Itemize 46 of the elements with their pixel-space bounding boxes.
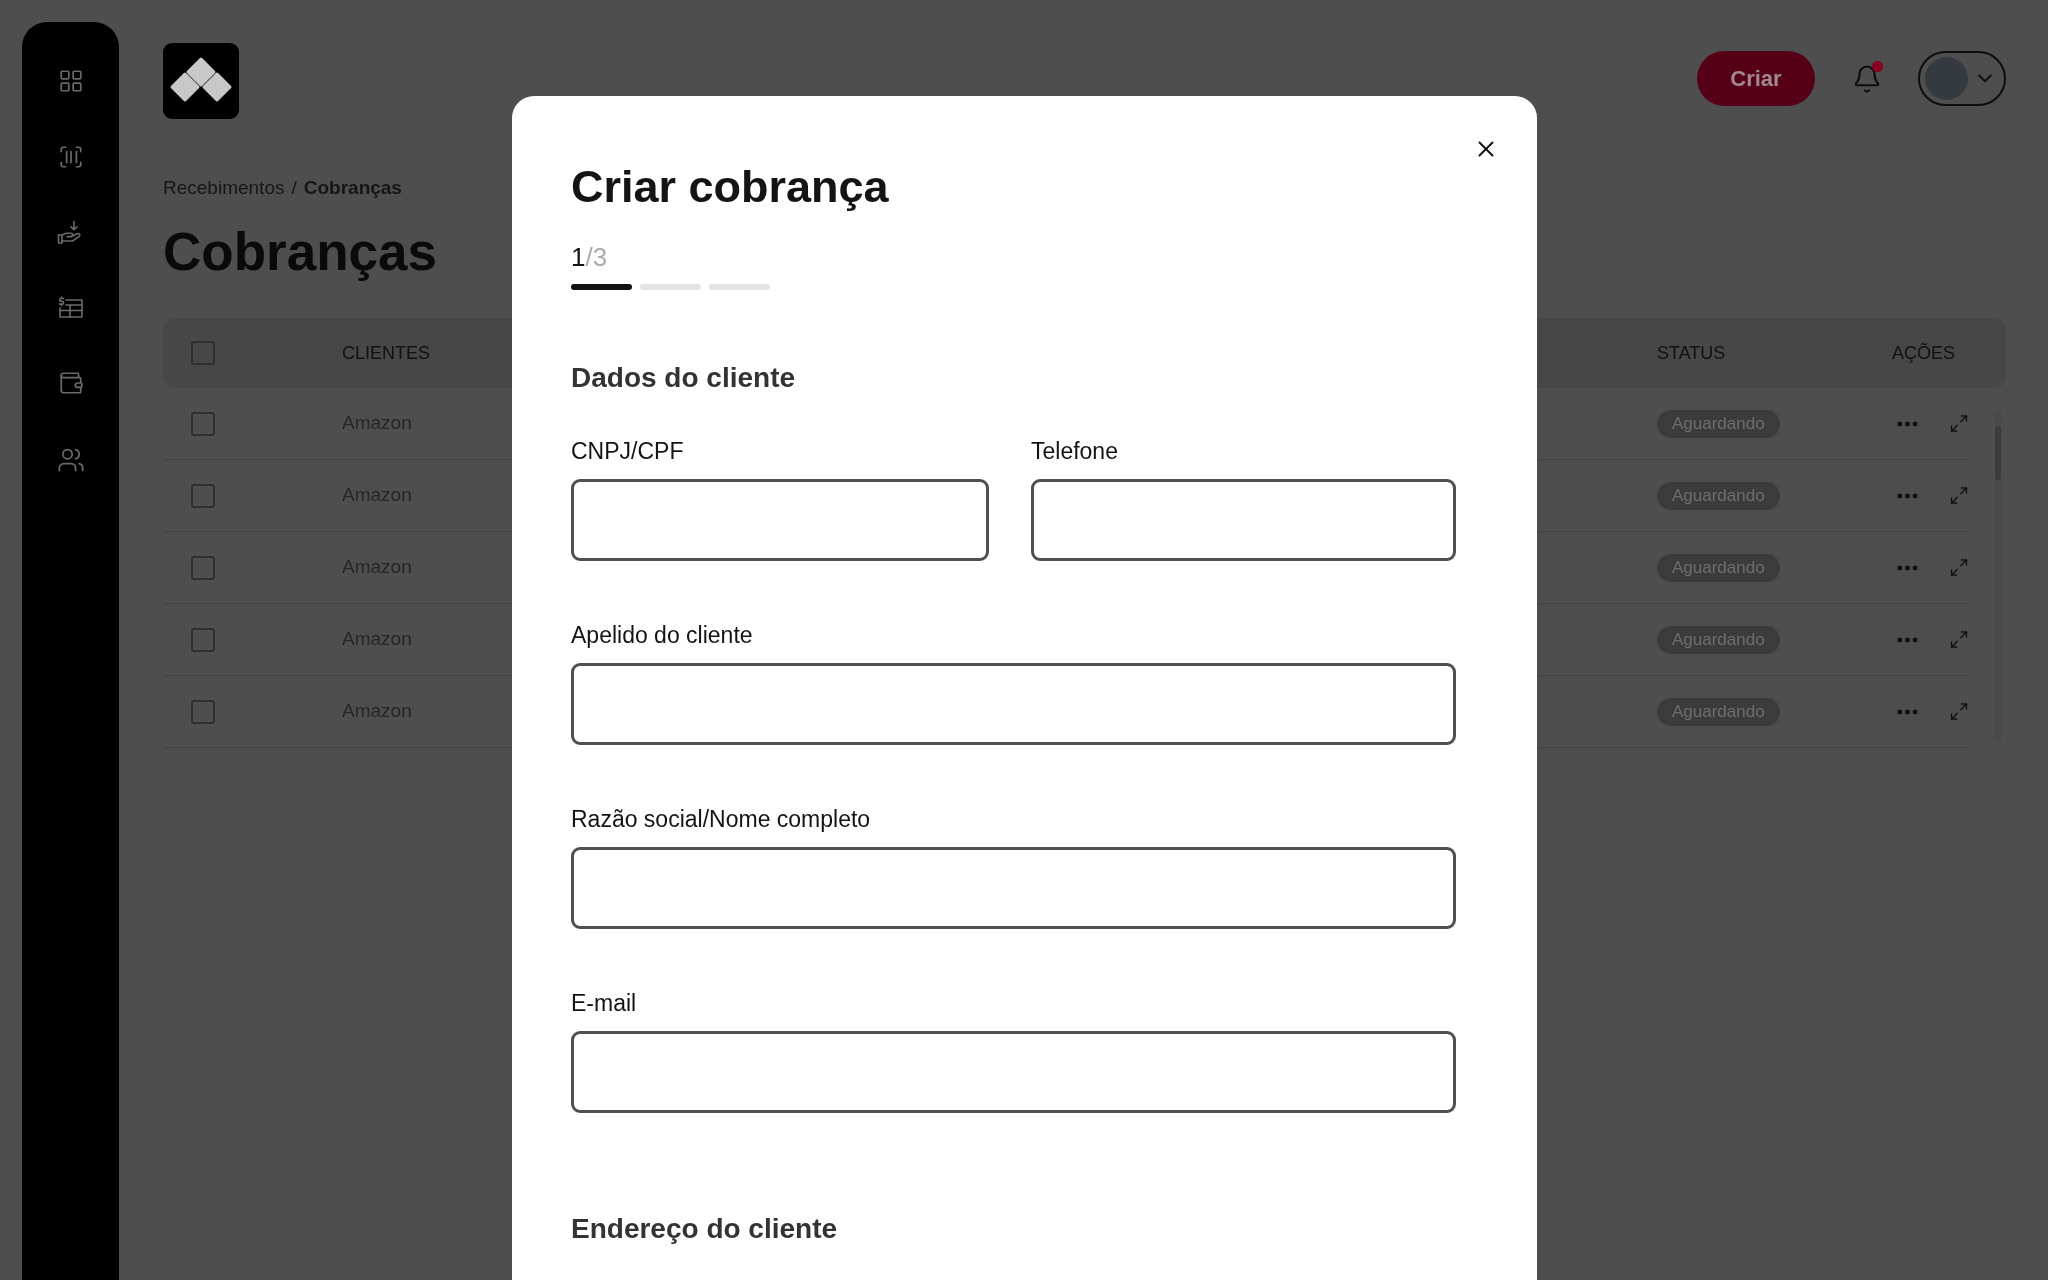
field-label: Razão social/Nome completo (571, 806, 871, 832)
grid-icon[interactable] (57, 68, 84, 94)
chevron-down-icon (1978, 74, 1992, 83)
table-dollar-icon[interactable] (57, 295, 84, 320)
input-field[interactable] (571, 1031, 1456, 1113)
breadcrumb-link[interactable]: Cobranças (303, 176, 402, 199)
input-field[interactable] (571, 847, 1456, 929)
row-checkbox[interactable] (191, 699, 215, 724)
step-counter: 1/3 (571, 242, 608, 273)
row-checkbox[interactable] (191, 627, 215, 652)
field-label: CNPJ/CPF (571, 438, 684, 464)
barcode-scan-icon[interactable] (57, 144, 84, 170)
input-field[interactable] (1031, 479, 1456, 561)
wallet-icon[interactable] (57, 370, 84, 396)
select-all-checkbox[interactable] (191, 341, 215, 365)
field-label: E-mail (571, 990, 637, 1016)
row-checkbox[interactable] (191, 555, 215, 580)
breadcrumb-link[interactable]: Recebimentos (163, 176, 285, 199)
bell-icon[interactable] (1852, 63, 1882, 94)
hand-arrow-icon[interactable] (57, 220, 84, 245)
profile-menu-button[interactable] (1918, 51, 2006, 106)
expand-icon[interactable] (1949, 629, 1969, 650)
avatar-placeholder (1925, 57, 1968, 100)
field-label: Apelido do cliente (571, 622, 753, 648)
section-title: Endereço do cliente (571, 1212, 838, 1246)
expand-icon[interactable] (1949, 557, 1969, 578)
create-button[interactable]: Criar (1697, 51, 1815, 106)
section-title: Dados do cliente (571, 361, 796, 395)
more-options-icon[interactable] (1897, 492, 1918, 499)
expand-icon[interactable] (1949, 485, 1969, 506)
page-title: Cobranças (163, 221, 437, 283)
more-options-icon[interactable] (1897, 708, 1918, 715)
more-options-icon[interactable] (1897, 420, 1918, 427)
input-field[interactable] (571, 479, 989, 561)
row-checkbox[interactable] (191, 483, 215, 508)
more-options-icon[interactable] (1897, 636, 1918, 643)
users-icon[interactable] (56, 446, 85, 474)
logo-icon (163, 43, 239, 119)
row-checkbox[interactable] (191, 411, 215, 436)
more-options-icon[interactable] (1897, 564, 1918, 571)
input-field[interactable] (571, 663, 1456, 745)
field-label: Telefone (1031, 438, 1118, 464)
breadcrumb-separator: / (291, 176, 297, 199)
expand-icon[interactable] (1949, 413, 1969, 434)
modal-title: Criar cobrança (571, 160, 889, 214)
expand-icon[interactable] (1949, 701, 1969, 722)
